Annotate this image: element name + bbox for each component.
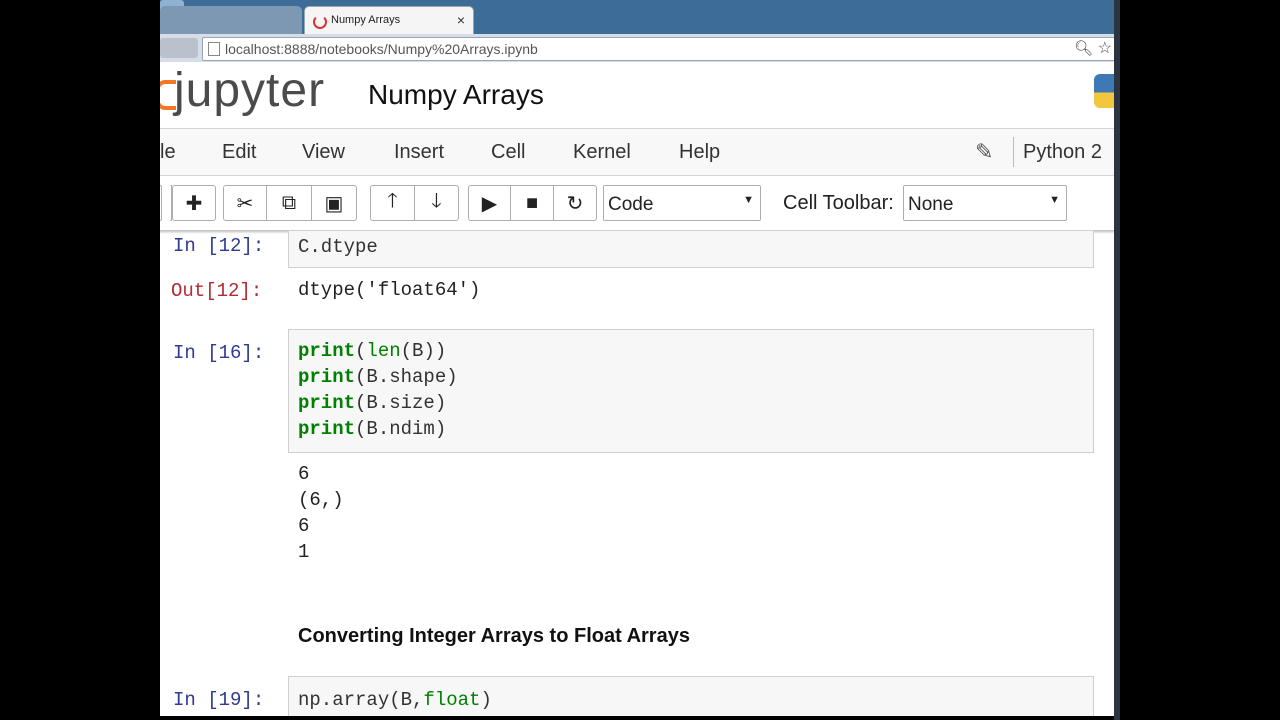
cut-icon: ✂ — [236, 192, 254, 215]
add-icon: ✚ — [185, 192, 203, 215]
code-block: print(len(B)) print(B.shape) print(B.siz… — [298, 338, 458, 442]
output-line: 6 — [298, 463, 310, 485]
code-text: ) — [480, 689, 492, 711]
in-prompt: In [19]: — [173, 689, 265, 711]
cell-toolbar-select[interactable]: None ▼ — [903, 185, 1067, 221]
output-line: 6 — [298, 515, 310, 537]
paste-icon: ▣ — [324, 192, 344, 215]
code-builtin: float — [423, 689, 481, 711]
in-prompt: In [16]: — [173, 342, 265, 364]
browser-tab-active[interactable]: Numpy Arrays × — [304, 6, 474, 35]
code-text: (B.ndim) — [355, 418, 447, 440]
markdown-heading[interactable]: Converting Integer Arrays to Float Array… — [298, 625, 690, 648]
code-keyword: print — [298, 366, 356, 388]
code-builtin: len — [366, 340, 401, 362]
move-down-button[interactable]: 🡓 — [414, 185, 459, 221]
nav-buttons[interactable] — [160, 38, 198, 58]
jupyter-logo-text[interactable]: jupyter — [174, 63, 325, 118]
menubar: le Edit View Insert Cell Kernel Help ✎ P… — [160, 129, 1118, 176]
search-icon[interactable]: 🔍︎ — [1074, 39, 1093, 57]
restart-icon: ↻ — [566, 192, 584, 215]
loading-icon — [313, 15, 327, 29]
address-bar[interactable]: localhost:8888/notebooks/Numpy%20Arrays.… — [202, 37, 1116, 61]
insert-cell-button[interactable]: ✚ — [172, 185, 216, 221]
code-line: np.array(B,float) — [298, 687, 492, 713]
cell-output: dtype('float64') — [298, 279, 481, 301]
tab-title: Numpy Arrays — [331, 14, 401, 26]
menu-insert[interactable]: Insert — [394, 141, 444, 164]
code-cell-input[interactable]: C.dtype — [288, 230, 1094, 268]
browser-tab-bar: Numpy Arrays × — [160, 0, 1118, 35]
code-keyword: print — [298, 340, 356, 362]
menu-edit[interactable]: Edit — [222, 141, 256, 164]
menu-file[interactable]: le — [160, 141, 176, 164]
browser-tab-previous[interactable] — [160, 6, 302, 34]
url-text[interactable]: localhost:8888/notebooks/Numpy%20Arrays.… — [225, 41, 538, 57]
divider — [1013, 137, 1014, 167]
window-edge — [1114, 0, 1120, 720]
code-text: (B)) — [400, 340, 447, 362]
chevron-down-icon: ▼ — [743, 194, 754, 206]
menu-kernel[interactable]: Kernel — [573, 141, 631, 164]
move-down-icon: 🡓 — [431, 190, 442, 212]
code-text: ( — [355, 340, 367, 362]
close-tab-icon[interactable]: × — [457, 12, 465, 28]
notebook-area[interactable]: In [12]: C.dtype Out[12]: dtype('float64… — [160, 230, 1118, 716]
notebook-name[interactable]: Numpy Arrays — [368, 79, 544, 111]
move-up-button[interactable]: 🡑 — [370, 185, 415, 221]
chevron-down-icon: ▼ — [1049, 194, 1060, 206]
notebook-toolbar: ✚ ✂ ⧉ ▣ 🡑 🡓 ▶ ■ ↻ Code ▼ Cell Toolbar: N… — [160, 176, 1118, 230]
code-cell-input[interactable]: print(len(B)) print(B.shape) print(B.siz… — [288, 329, 1094, 453]
code-text: np.array(B, — [298, 689, 424, 711]
run-icon: ▶ — [481, 192, 498, 215]
restart-button[interactable]: ↻ — [553, 185, 597, 221]
kernel-indicator[interactable]: Python 2 — [1023, 141, 1102, 164]
code-keyword: print — [298, 418, 356, 440]
copy-icon: ⧉ — [281, 191, 297, 214]
cell-toolbar-value: None — [908, 194, 954, 215]
interrupt-button[interactable]: ■ — [510, 185, 554, 221]
browser-window: Numpy Arrays × localhost:8888/notebooks/… — [160, 0, 1118, 716]
output-line: 1 — [298, 541, 310, 563]
output-line: (6,) — [298, 489, 344, 511]
in-prompt: In [12]: — [173, 235, 265, 257]
code-text: (B.size) — [355, 392, 447, 414]
code-keyword: print — [298, 392, 356, 414]
code-line: C.dtype — [298, 236, 378, 258]
cell-output: 6 (6,) 6 1 — [298, 461, 344, 565]
bookmark-star-icon[interactable]: ☆ — [1098, 38, 1112, 58]
menu-cell[interactable]: Cell — [491, 141, 525, 164]
cell-type-select[interactable]: Code ▼ — [603, 185, 761, 221]
copy-button[interactable]: ⧉ — [266, 185, 312, 221]
save-button[interactable] — [160, 185, 162, 221]
code-text: (B.shape) — [355, 366, 458, 388]
out-prompt: Out[12]: — [171, 280, 263, 302]
menu-view[interactable]: View — [302, 141, 345, 164]
paste-button[interactable]: ▣ — [311, 185, 357, 221]
cell-toolbar-label: Cell Toolbar: — [783, 192, 894, 214]
address-row: localhost:8888/notebooks/Numpy%20Arrays.… — [160, 34, 1118, 62]
edit-pencil-icon[interactable]: ✎ — [975, 139, 993, 165]
code-cell-input[interactable]: np.array(B,float) — [288, 676, 1094, 716]
cut-button[interactable]: ✂ — [223, 185, 267, 221]
run-button[interactable]: ▶ — [468, 185, 511, 221]
stop-icon: ■ — [525, 191, 539, 214]
jupyter-header: jupyter Numpy Arrays — [160, 62, 1118, 129]
cell-type-value: Code — [608, 194, 654, 215]
menu-help[interactable]: Help — [679, 141, 720, 164]
page-icon — [208, 42, 220, 56]
move-up-icon: 🡑 — [387, 190, 398, 212]
